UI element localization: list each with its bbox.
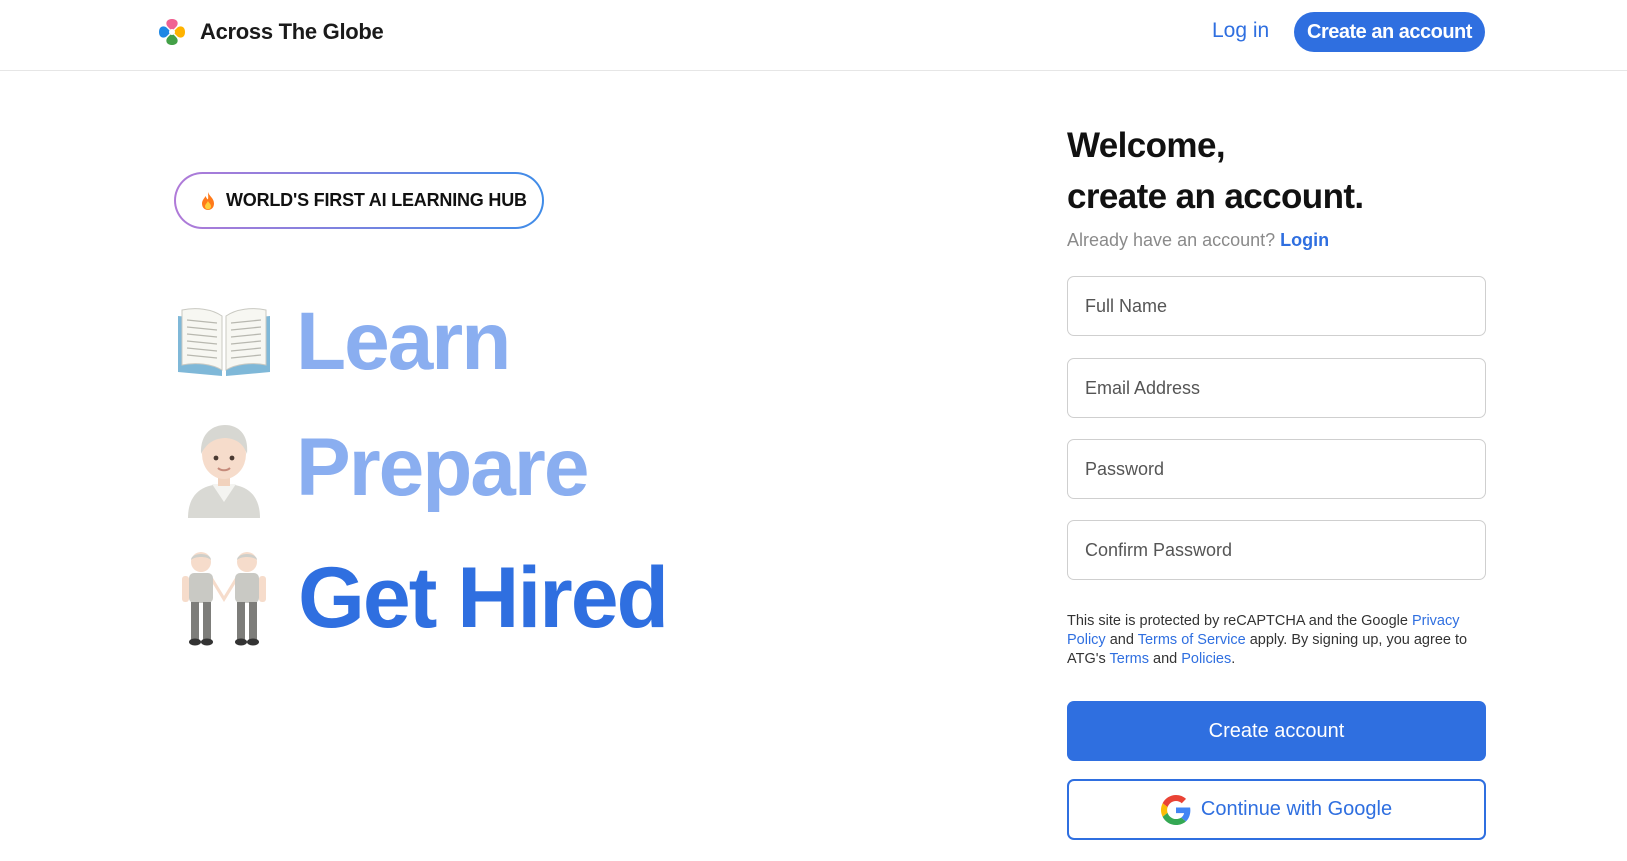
continue-with-google-button[interactable]: Continue with Google — [1067, 779, 1486, 840]
google-icon — [1160, 794, 1191, 825]
legal-text-1: This site is protected by reCAPTCHA and … — [1067, 613, 1412, 629]
brand-name: Across The Globe — [200, 19, 384, 44]
top-nav: Across The Globe Log in Create an accoun… — [0, 0, 1627, 71]
legal-notice: This site is protected by reCAPTCHA and … — [1067, 612, 1492, 669]
hero-word-get-hired: Get Hired — [298, 550, 669, 646]
hero-row-get-hired: Get Hired — [174, 548, 669, 648]
hero-word-learn: Learn — [296, 296, 511, 387]
google-button-label: Continue with Google — [1200, 798, 1393, 820]
legal-text-5: . — [1231, 651, 1236, 667]
hero-word-prepare: Prepare — [296, 422, 589, 513]
policies-link[interactable]: Policies — [1181, 651, 1231, 667]
heading-line-2: create an account. — [1067, 177, 1364, 216]
heading-line-1: Welcome, — [1067, 126, 1226, 165]
full-name-field[interactable] — [1067, 276, 1486, 336]
ai-hub-badge: WORLD'S FIRST AI LEARNING HUB — [174, 172, 544, 229]
form-heading: Welcome, create an account. — [1067, 120, 1364, 222]
hero-row-prepare: Prepare — [174, 418, 589, 518]
login-link[interactable]: Log in — [1212, 19, 1269, 43]
logo-icon — [159, 19, 185, 45]
legal-text-4: and — [1149, 651, 1182, 667]
legal-text-2: and — [1105, 632, 1138, 648]
two-people-holding-hands-icon — [182, 552, 266, 646]
email-field[interactable] — [1067, 358, 1486, 418]
person-icon — [188, 425, 260, 518]
password-field[interactable] — [1067, 439, 1486, 499]
confirm-password-field[interactable] — [1067, 520, 1486, 580]
already-account-text: Already have an account? Login — [1067, 230, 1329, 251]
open-book-icon — [178, 308, 270, 376]
create-account-header-button[interactable]: Create an account — [1294, 12, 1485, 52]
flame-icon — [202, 191, 214, 210]
login-inline-link[interactable]: Login — [1280, 230, 1329, 250]
hero-row-learn: Learn — [174, 292, 511, 392]
terms-link[interactable]: Terms — [1110, 651, 1149, 667]
terms-of-service-link[interactable]: Terms of Service — [1138, 632, 1246, 648]
badge-text: WORLD'S FIRST AI LEARNING HUB — [226, 190, 527, 210]
create-account-button[interactable]: Create account — [1067, 701, 1486, 761]
already-account-label: Already have an account? — [1067, 230, 1276, 250]
brand[interactable]: Across The Globe — [156, 16, 384, 48]
